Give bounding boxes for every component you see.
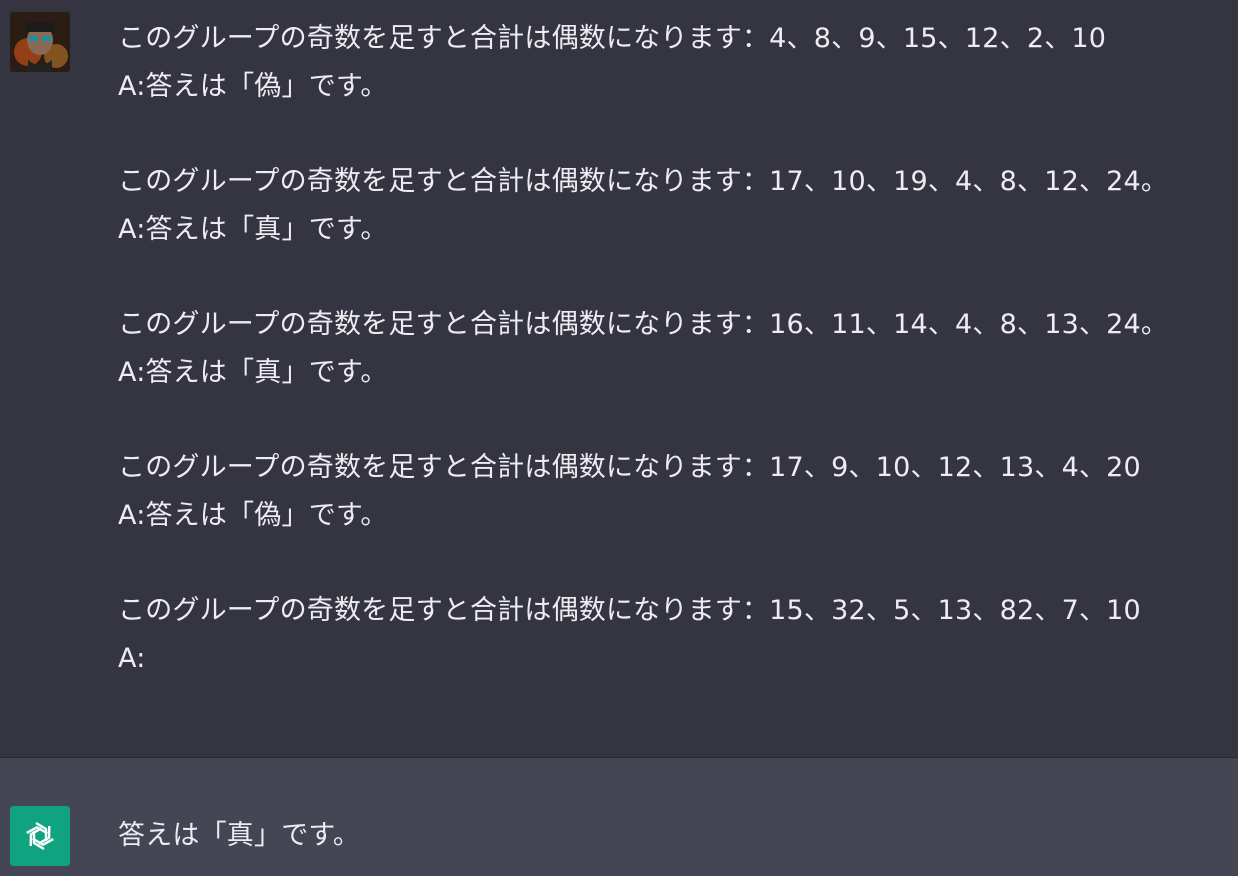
question-line: このグループの奇数を足すと合計は偶数になります：17、9、10、12、13、4、…	[118, 452, 1141, 483]
question-line: このグループの奇数を足すと合計は偶数になります：17、10、19、4、8、12、…	[118, 166, 1169, 197]
question-line: このグループの奇数を足すと合計は偶数になります：15、32、5、13、82、7、…	[118, 595, 1141, 626]
assistant-message-text: 答えは「真」です。	[118, 820, 361, 851]
user-message-text: このグループの奇数を足すと合計は偶数になります：4、8、9、15、12、2、10…	[118, 15, 1238, 683]
question-line: このグループの奇数を足すと合計は偶数になります：4、8、9、15、12、2、10	[118, 23, 1107, 54]
assistant-message-row: 答えは「真」です。	[0, 758, 1238, 876]
answer-line: A:答えは「真」です。	[118, 357, 388, 388]
openai-logo-icon	[10, 806, 70, 866]
user-avatar-icon	[10, 12, 70, 72]
answer-line: A:	[118, 643, 146, 674]
user-message-row: このグループの奇数を足すと合計は偶数になります：4、8、9、15、12、2、10…	[0, 0, 1238, 758]
answer-line: A:答えは「偽」です。	[118, 500, 388, 531]
answer-line: A:答えは「真」です。	[118, 214, 388, 245]
answer-line: A:答えは「偽」です。	[118, 71, 388, 102]
question-line: このグループの奇数を足すと合計は偶数になります：16、11、14、4、8、13、…	[118, 309, 1169, 340]
